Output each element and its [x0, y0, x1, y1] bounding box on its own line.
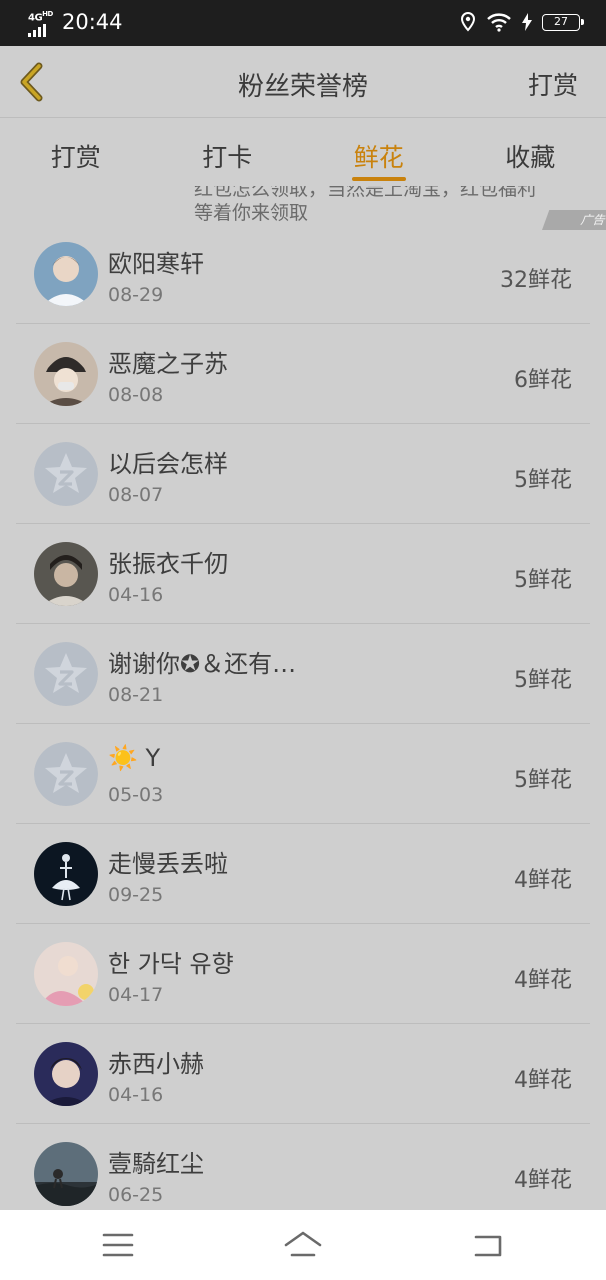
default-avatar-icon [34, 742, 98, 806]
fan-row[interactable]: 以后会怎样 08-07 5鲜花 [0, 424, 606, 524]
avatar [34, 742, 98, 806]
row-date: 04-17 [108, 984, 164, 1006]
row-date: 08-07 [108, 484, 164, 506]
reward-button[interactable]: 打赏 [528, 66, 578, 102]
avatar [34, 842, 98, 906]
home-button[interactable] [283, 1228, 323, 1262]
fan-row[interactable]: ☀️ Y 05-03 5鲜花 [0, 724, 606, 824]
user-name: 赤西小赫 [108, 1050, 204, 1078]
tab-flowers[interactable]: 鲜花 [303, 118, 455, 186]
avatar [34, 342, 98, 406]
tab-bar: 打赏 打卡 鲜花 收藏 [0, 118, 606, 186]
user-name: ☀️ Y [108, 744, 161, 772]
avatar [34, 1042, 98, 1106]
user-name: 谢谢你✪＆还有… [108, 650, 297, 678]
fan-row[interactable]: 恶魔之子苏 08-08 6鲜花 [0, 324, 606, 424]
row-date: 04-16 [108, 1084, 164, 1106]
avatar [34, 242, 98, 306]
fan-row[interactable]: 张振衣千仞 04-16 5鲜花 [0, 524, 606, 624]
flower-count: 4鲜花 [514, 1168, 572, 1193]
status-time: 20:44 [62, 10, 123, 34]
ad-line-1: 红包怎么领取，当然是上淘宝，红包福利 [194, 186, 537, 200]
row-date: 08-21 [108, 684, 164, 706]
flower-count: 32鲜花 [500, 268, 572, 293]
row-date: 06-25 [108, 1184, 164, 1206]
user-name: 壹騎红尘 [108, 1150, 204, 1178]
status-bar: 4GHD 20:44 27 [0, 0, 606, 46]
row-date: 08-29 [108, 284, 164, 306]
ad-line-2: 等着你来领取 [194, 202, 309, 224]
return-icon [474, 1235, 502, 1257]
back-system-button[interactable] [468, 1228, 508, 1262]
avatar [34, 642, 98, 706]
avatar [34, 442, 98, 506]
row-date: 09-25 [108, 884, 164, 906]
user-name: 以后会怎样 [108, 450, 228, 478]
fan-row[interactable]: 赤西小赫 04-16 4鲜花 [0, 1024, 606, 1124]
row-date: 08-08 [108, 384, 164, 406]
signal-icon: 4GHD [28, 10, 56, 37]
tab-favorites[interactable]: 收藏 [455, 118, 606, 186]
fan-row[interactable]: 走慢丢丢啦 09-25 4鲜花 [0, 824, 606, 924]
system-nav-bar [0, 1210, 606, 1280]
menu-icon [102, 1233, 134, 1257]
flower-count: 5鲜花 [514, 468, 572, 493]
user-name: 走慢丢丢啦 [108, 850, 228, 878]
battery-icon: 27 [542, 13, 584, 31]
fan-row[interactable]: 壹騎红尘 06-25 4鲜花 [0, 1124, 606, 1224]
default-avatar-icon [34, 642, 98, 706]
flower-count: 4鲜花 [514, 1068, 572, 1093]
nav-bar: 粉丝荣誉榜 打赏 [0, 46, 606, 118]
wifi-icon [487, 13, 511, 32]
flower-count: 4鲜花 [514, 868, 572, 893]
tab-reward[interactable]: 打赏 [0, 118, 152, 186]
fan-row[interactable]: 한 가닥 유향 04-17 4鲜花 [0, 924, 606, 1024]
avatar [34, 942, 98, 1006]
user-name: 张振衣千仞 [108, 550, 228, 578]
fan-row[interactable]: 欧阳寒轩 08-29 32鲜花 [0, 224, 606, 324]
page-title: 粉丝荣誉榜 [237, 72, 368, 102]
ad-text: 红包怎么领取，当然是上淘宝，红包福利 等着你来领取 [194, 186, 594, 225]
flower-count: 5鲜花 [514, 568, 572, 593]
charging-icon [522, 13, 532, 31]
user-name: 欧阳寒轩 [108, 250, 204, 278]
fan-list: 欧阳寒轩 08-29 32鲜花 恶魔之子苏 08-08 6鲜花 以后会怎样 08… [0, 224, 606, 1224]
avatar [34, 1142, 98, 1206]
user-name: 恶魔之子苏 [108, 350, 228, 378]
menu-button[interactable] [98, 1228, 138, 1262]
flower-count: 5鲜花 [514, 768, 572, 793]
row-date: 04-16 [108, 584, 164, 606]
battery-level: 27 [554, 14, 568, 28]
flower-count: 6鲜花 [514, 368, 572, 393]
location-icon [460, 12, 476, 32]
user-name: 한 가닥 유향 [108, 950, 234, 978]
fan-row[interactable]: 谢谢你✪＆还有… 08-21 5鲜花 [0, 624, 606, 724]
avatar [34, 542, 98, 606]
row-date: 05-03 [108, 784, 164, 806]
flower-count: 5鲜花 [514, 668, 572, 693]
tab-checkin[interactable]: 打卡 [152, 118, 304, 186]
default-avatar-icon [34, 442, 98, 506]
flower-count: 4鲜花 [514, 968, 572, 993]
home-icon [284, 1231, 322, 1257]
